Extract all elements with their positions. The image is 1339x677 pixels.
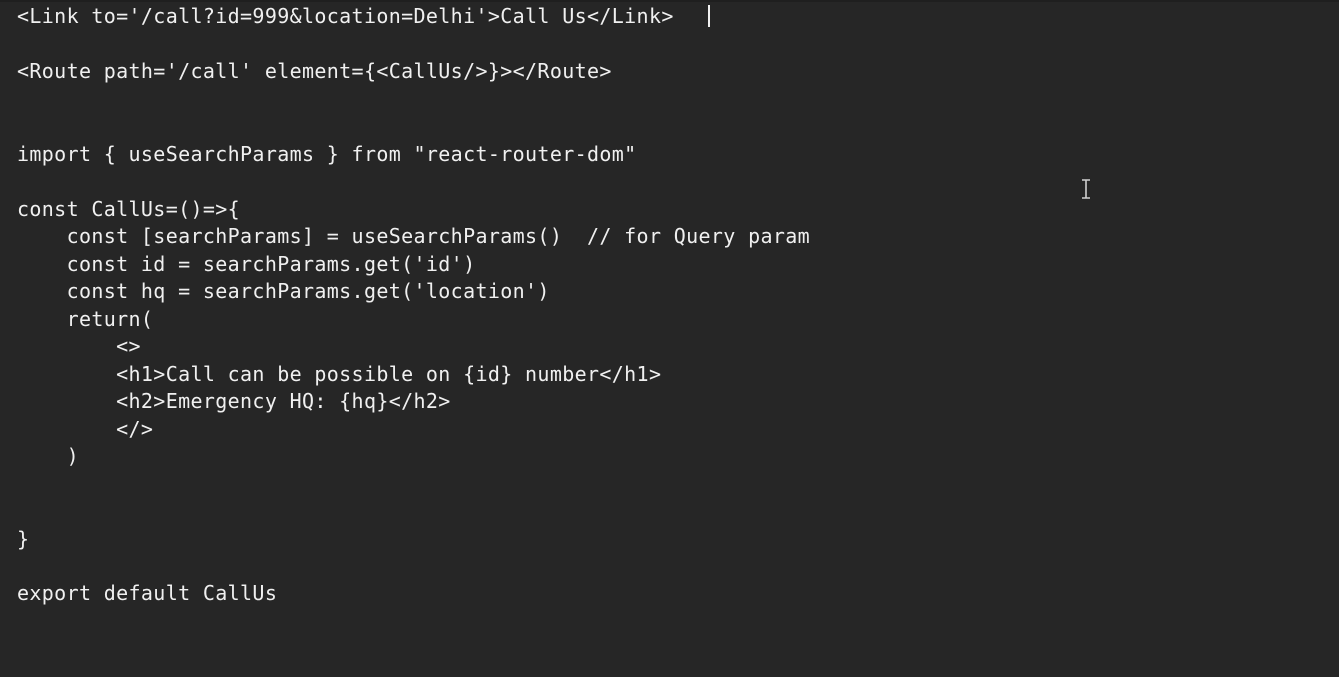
code-line-export: export default CallUs <box>17 581 278 605</box>
code-line-search-params: const [searchParams] = useSearchParams()… <box>17 224 811 248</box>
code-line-fragment-open: <> <box>17 334 141 358</box>
top-border <box>0 0 1339 2</box>
code-line-const-id: const id = searchParams.get('id') <box>17 252 476 276</box>
code-line-fragment-close: </> <box>17 417 154 441</box>
code-line-return: return( <box>17 307 154 331</box>
code-line-route: <Route path='/call' element={<CallUs/>}>… <box>17 59 612 83</box>
code-line-h2: <h2>Emergency HQ: {hq}</h2> <box>17 389 451 413</box>
text-caret <box>708 5 710 27</box>
code-line-component-end: } <box>17 527 30 551</box>
code-line-import: import { useSearchParams } from "react-r… <box>17 142 637 166</box>
code-line-h1: <h1>Call can be possible on {id} number<… <box>17 362 662 386</box>
code-line-const-hq: const hq = searchParams.get('location') <box>17 279 550 303</box>
code-line-component-start: const CallUs=()=>{ <box>17 197 241 221</box>
code-line-return-close: ) <box>17 444 79 468</box>
code-editor[interactable]: <Link to='/call?id=999&location=Delhi'>C… <box>0 0 1339 677</box>
code-line-link: <Link to='/call?id=999&location=Delhi'>C… <box>17 4 674 28</box>
text-cursor-icon <box>1082 179 1090 199</box>
